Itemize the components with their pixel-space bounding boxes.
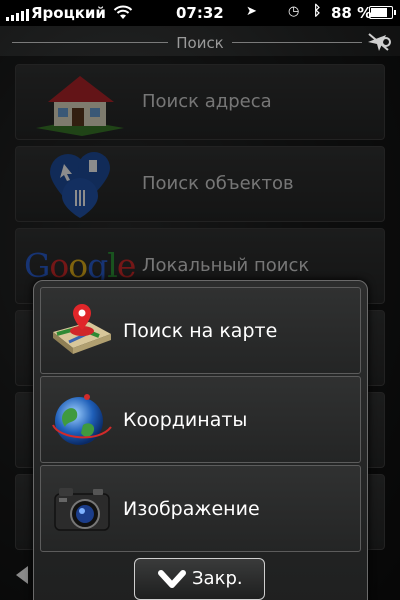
header: Поиск <box>0 28 400 56</box>
status-bar: Яроцкий 07:32 ➤ ◷ ᛒ 88 % <box>0 0 400 26</box>
coordinates-item[interactable]: Координаты <box>40 376 361 463</box>
battery-icon <box>369 6 396 19</box>
back-arrow-icon <box>16 566 28 584</box>
search-on-map-label: Поиск на карте <box>123 320 278 342</box>
location-arrow-icon: ➤ <box>246 4 257 19</box>
coordinates-label: Координаты <box>123 409 248 431</box>
header-divider-right <box>232 42 362 43</box>
app-screen: Яроцкий 07:32 ➤ ◷ ᛒ 88 % Поиск Поиск адр… <box>0 0 400 600</box>
gps-off-icon[interactable] <box>366 32 392 52</box>
carrier-name: Яроцкий <box>31 4 106 22</box>
popup-menu: Поиск на карте Координаты Изображение <box>33 280 368 600</box>
bluetooth-icon: ᛒ <box>313 3 322 19</box>
alarm-icon: ◷ <box>288 4 300 19</box>
image-label: Изображение <box>123 498 260 520</box>
camera-icon <box>54 488 110 531</box>
wifi-icon <box>113 5 133 19</box>
search-on-map-item[interactable]: Поиск на карте <box>40 287 361 374</box>
page-title: Поиск <box>176 34 224 52</box>
battery-percent: 88 % <box>331 4 373 22</box>
image-item[interactable]: Изображение <box>40 465 361 552</box>
globe-icon <box>52 394 112 445</box>
close-button[interactable]: Закр. <box>134 558 265 600</box>
clock: 07:32 <box>176 4 224 22</box>
map-pin-icon <box>53 304 111 354</box>
close-button-label: Закр. <box>192 568 243 589</box>
chevron-down-icon <box>158 570 186 588</box>
